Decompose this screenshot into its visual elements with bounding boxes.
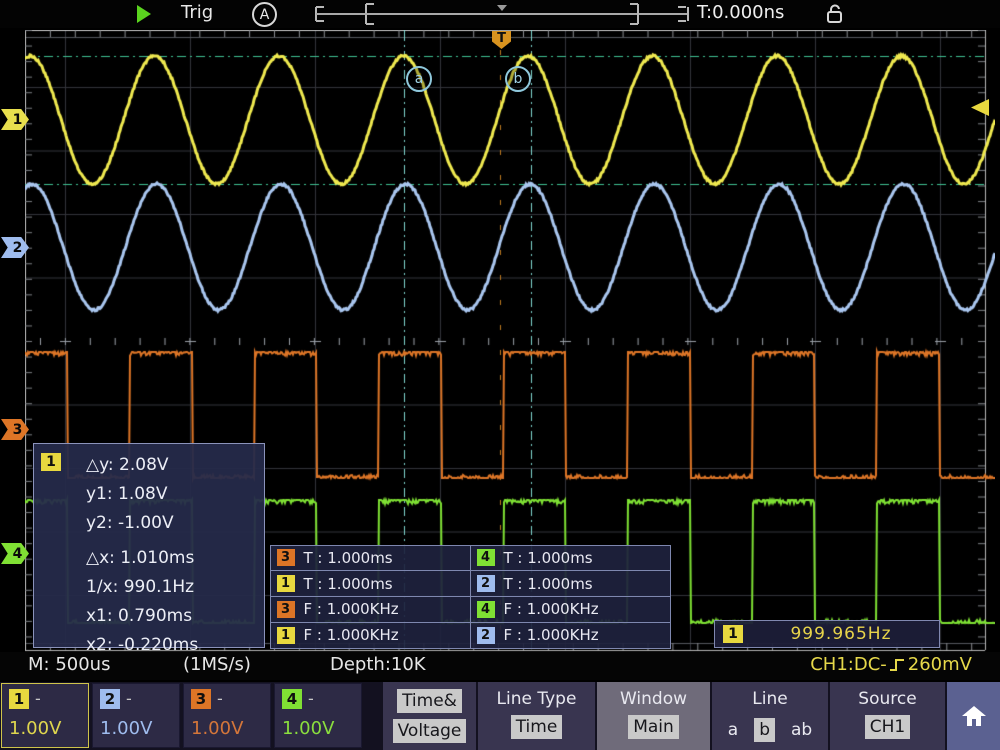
cursor-a-handle[interactable]: a [406,66,432,92]
line-option-ab[interactable]: ab [791,720,812,740]
home-button[interactable] [947,682,1000,750]
measure-ch1-period: 1T : 1.000ms [270,570,471,597]
cursor-measurement-panel: 1 △y: 2.08V y1: 1.08V y2: -1.00V △x: 1.0… [33,443,265,648]
status-bar: M: 500us (1MS/s) Depth:10K CH1:DC- 260mV [0,652,1000,680]
auto-measurements-panel: 3T : 1.000ms 4T : 1.000ms 1T : 1.000ms 2… [270,545,670,648]
menu-line-type[interactable]: Line Type Time [478,682,595,750]
measure-ch2-period: 2T : 1.000ms [470,570,671,597]
home-icon [960,703,988,729]
line-option-a[interactable]: a [728,720,738,740]
bottom-menu-bar: 1- 1.00V 2- 1.00V 3- 1.00V 4- 1.00V Time… [0,682,1000,750]
menu-window[interactable]: Window Main [597,682,710,750]
cursor-b-handle[interactable]: b [505,66,531,92]
rising-edge-icon [889,656,906,674]
measure-ch4-freq: 4F : 1.000KHz [470,596,671,623]
unlock-icon[interactable] [824,3,846,29]
cursor-inv-x: 1/x: 990.1Hz [86,573,264,602]
cursor-x1: x1: 0.790ms [86,602,264,631]
trig-status-label: Trig [181,2,213,23]
cursor-delta-y: △y: 2.08V [86,451,264,480]
cursor-y2: y2: -1.00V [86,509,264,538]
run-play-icon [137,5,151,23]
menu-line[interactable]: Line a b ab [712,682,828,750]
oscilloscope-screen: Trig A T:0.000ns T 1 2 3 4 a [0,0,1000,750]
cursor-delta-x: △x: 1.010ms [86,544,264,573]
horizontal-position-indicator[interactable] [314,0,694,28]
measure-ch3-period: 3T : 1.000ms [270,545,471,572]
trigger-settings-readout: CH1:DC- 260mV [810,654,972,675]
menu-time-voltage[interactable]: Time& Voltage [383,682,476,750]
timebase-readout: M: 500us [28,654,110,675]
freq-counter-value: 999.965Hz [743,624,939,644]
memory-depth-readout: Depth:10K [330,654,426,675]
cursor-y1: y1: 1.08V [86,480,264,509]
freq-counter-channel-badge: 1 [723,625,743,643]
measure-ch4-period: 4T : 1.000ms [470,545,671,572]
menu-source[interactable]: Source CH1 [830,682,945,750]
ch4-settings-box[interactable]: 4- 1.00V [274,683,362,748]
top-bar: Trig A T:0.000ns [0,0,1000,28]
measure-ch1-freq: 1F : 1.000KHz [270,622,471,649]
ch3-settings-box[interactable]: 3- 1.00V [183,683,271,748]
ch1-settings-box[interactable]: 1- 1.00V [1,683,89,748]
frequency-counter: 1 999.965Hz [714,620,940,648]
trigger-time-readout: T:0.000ns [697,2,784,23]
sample-rate-readout: (1MS/s) [183,654,251,675]
line-option-b[interactable]: b [754,718,775,742]
measure-ch3-freq: 3F : 1.000KHz [270,596,471,623]
auto-trigger-icon: A [252,2,277,27]
measure-ch2-freq: 2F : 1.000KHz [470,622,671,649]
cursor-channel-badge: 1 [41,453,61,471]
ch2-settings-box[interactable]: 2- 1.00V [92,683,180,748]
